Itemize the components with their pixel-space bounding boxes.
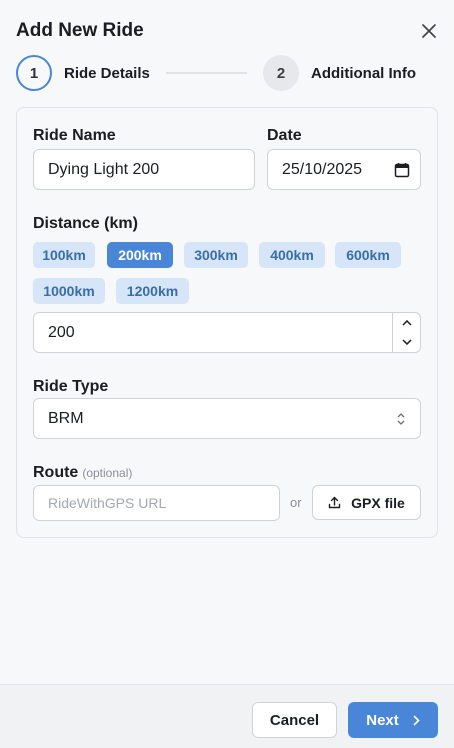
select-arrows-icon: [397, 412, 405, 425]
ride-type-select[interactable]: BRM: [33, 398, 421, 439]
distance-input[interactable]: 200: [33, 312, 421, 353]
dialog-header: Add New Ride: [16, 18, 440, 44]
ride-name-input[interactable]: Dying Light 200: [33, 149, 255, 190]
gpx-upload-label: GPX file: [351, 494, 405, 511]
distance-preset-200km[interactable]: 200km: [107, 242, 173, 268]
chevron-down-icon: [401, 339, 412, 346]
distance-preset-400km[interactable]: 400km: [259, 242, 325, 268]
dialog-title: Add New Ride: [16, 20, 144, 41]
date-label: Date: [267, 127, 302, 144]
ride-type-value: BRM: [48, 409, 84, 427]
gpx-upload-button[interactable]: GPX file: [312, 485, 421, 520]
step-1-label: Ride Details: [64, 64, 150, 82]
distance-preset-600km[interactable]: 600km: [335, 242, 401, 268]
cancel-button[interactable]: Cancel: [252, 702, 337, 738]
route-url-input[interactable]: RideWithGPS URL: [33, 485, 280, 521]
date-value: 25/10/2025: [282, 160, 363, 178]
distance-preset-300km[interactable]: 300km: [184, 242, 248, 268]
decrement-button[interactable]: [393, 333, 420, 353]
route-url-placeholder: RideWithGPS URL: [48, 495, 167, 511]
chevron-right-icon: [413, 715, 420, 725]
date-input[interactable]: 25/10/2025: [267, 149, 421, 190]
route-label-text: Route: [33, 464, 79, 481]
next-button[interactable]: Next: [348, 702, 438, 738]
distance-value: 200: [48, 323, 75, 341]
close-button[interactable]: [418, 20, 440, 42]
or-separator: or: [290, 495, 302, 510]
upload-icon: [328, 496, 341, 509]
increment-button[interactable]: [393, 313, 420, 333]
close-icon: [422, 24, 436, 38]
step-2-label: Additional Info: [311, 64, 416, 82]
dialog-footer: Cancel Next: [0, 684, 454, 748]
distance-preset-100km[interactable]: 100km: [33, 242, 95, 268]
step-connector: [165, 72, 248, 74]
next-button-label: Next: [366, 711, 399, 729]
route-label: Route (optional): [33, 464, 132, 482]
ride-type-label: Ride Type: [33, 378, 109, 395]
stepper: 1 Ride Details 2 Additional Info: [16, 55, 416, 91]
route-optional-hint: (optional): [82, 466, 133, 480]
calendar-icon[interactable]: [394, 162, 410, 178]
ride-details-card: Ride Name Dying Light 200 Date 25/10/202…: [16, 107, 438, 538]
distance-label: Distance (km): [33, 215, 138, 232]
distance-preset-1000km[interactable]: 1000km: [33, 278, 105, 304]
ride-name-value: Dying Light 200: [48, 160, 160, 178]
distance-stepper: [392, 313, 420, 352]
chevron-up-icon: [401, 319, 412, 326]
step-2-indicator: 2: [263, 55, 300, 91]
ride-name-label: Ride Name: [33, 127, 116, 144]
distance-preset-1200km[interactable]: 1200km: [116, 278, 189, 304]
step-1-indicator: 1: [16, 55, 52, 91]
